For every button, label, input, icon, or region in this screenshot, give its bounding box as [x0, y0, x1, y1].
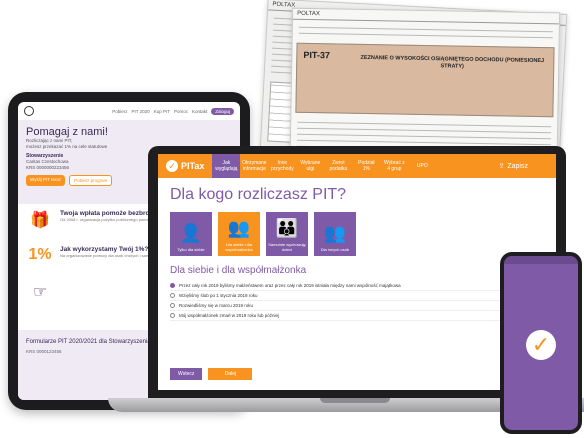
next-button[interactable]: Dalej [208, 368, 253, 380]
gift-icon: 🎁 [30, 212, 50, 229]
nav-item[interactable]: Kontakt [192, 109, 207, 114]
hand-pointer-icon: ☞ [32, 284, 48, 301]
app-navbar: ✓ PITax Jak wyglądają Otrzymane informacj… [158, 154, 556, 178]
phone-status-bar [504, 256, 578, 264]
form-title: ZEZNANIE O WYSOKOŚCI OSIĄGNIĘTEGO DOCHOD… [360, 54, 545, 70]
section-title: Jak wykorzystamy Twój 1%? [60, 246, 149, 253]
tile-self[interactable]: 👤 Tylko dla siebie [170, 212, 212, 256]
pitax-logo[interactable]: ✓ PITax [158, 154, 212, 178]
couple-icon: 👥 [227, 218, 251, 238]
page-title: Dla kogo rozliczasz PIT? [170, 186, 347, 203]
tablet-nav: Pobierz PIT 2020 Kup PIT Pomoc Kontakt Z… [18, 102, 240, 120]
download-button[interactable]: Pobierz program [69, 175, 113, 186]
save-button[interactable]: ⇪ Zapisz [491, 154, 557, 178]
phone-screen: ✓ [504, 256, 578, 430]
section-text: Na organizowanie pomocy dla osób chorych… [60, 253, 161, 258]
nav-step-5[interactable]: Zwrot podatku [324, 154, 352, 178]
group-icon: 👥 [323, 223, 347, 243]
taxpayer-type-tiles: 👤 Tylko dla siebie 👥 Dla siebie i dla wspó… [170, 212, 544, 256]
person-icon: 👤 [179, 223, 203, 243]
section-subtitle: Dla siebie i dla współmałżonka [170, 265, 307, 276]
option-radio[interactable]: Mój współmałżonek zmarł w 2019 roku lub … [170, 311, 544, 321]
tile-single-parent[interactable]: 👪 Samotnie wychowuję dzieci [266, 212, 308, 256]
phone-device: ✓ [500, 252, 582, 434]
nav-item[interactable]: PIT 2020 [132, 109, 150, 114]
send-pit-button[interactable]: Wyślij PIT teraz [26, 175, 66, 186]
nav-item[interactable]: Kup PIT [154, 109, 170, 114]
hero-title: Pomagaj z nami! [26, 126, 108, 138]
nav-item[interactable]: Pomoc [174, 109, 188, 114]
form-title-band: PIT-37 ZEZNANIE O WYSOKOŚCI OSIĄGNIĘTEGO… [295, 42, 555, 118]
parent-child-icon: 👪 [275, 218, 299, 238]
percent-icon: 1% [28, 246, 52, 263]
back-button[interactable]: Wstecz [170, 368, 203, 380]
nav-step-7[interactable]: Wybrać z 4 grup [380, 154, 408, 178]
login-button[interactable]: Zaloguj [211, 107, 234, 115]
form-lines [293, 20, 559, 46]
checkmark-icon: ✓ [166, 160, 178, 172]
nav-step-8[interactable]: UPO [408, 154, 436, 178]
save-icon: ⇪ [498, 163, 505, 170]
charity-logo-icon [24, 106, 34, 116]
tile-spouse[interactable]: 👥 Dla siebie i dla współmałżonka [218, 212, 260, 256]
nav-step-4[interactable]: Wybrane ulgi [296, 154, 324, 178]
nav-step-3[interactable]: Inne przychody [268, 154, 296, 178]
options-list: Przez cały rok 2019 byliśmy małżeństwem … [170, 281, 544, 321]
nav-step-1[interactable]: Jak wyglądają [212, 154, 241, 178]
checkmark-logo-icon[interactable]: ✓ [526, 330, 556, 360]
option-radio[interactable]: Przez cały rok 2019 byliśmy małżeństwem … [170, 281, 544, 291]
laptop-screen: ✓ PITax Jak wyglądają Otrzymane informacj… [158, 154, 556, 390]
form-code: PIT-37 [303, 49, 330, 61]
form-header: POLTAX [297, 10, 320, 18]
nav-item[interactable]: Pobierz [112, 109, 127, 114]
option-radio[interactable]: Rozwiedliśmy się w marcu 2019 roku [170, 301, 544, 311]
laptop-notch [320, 398, 390, 403]
nav-step-2[interactable]: Otrzymane informacje [240, 154, 268, 178]
option-radio[interactable]: Wzięliśmy ślub po 1 stycznia 2019 roku [170, 291, 544, 301]
tile-others[interactable]: 👥 Dla innych osób [314, 212, 356, 256]
nav-step-6[interactable]: Podział 1% [352, 154, 380, 178]
